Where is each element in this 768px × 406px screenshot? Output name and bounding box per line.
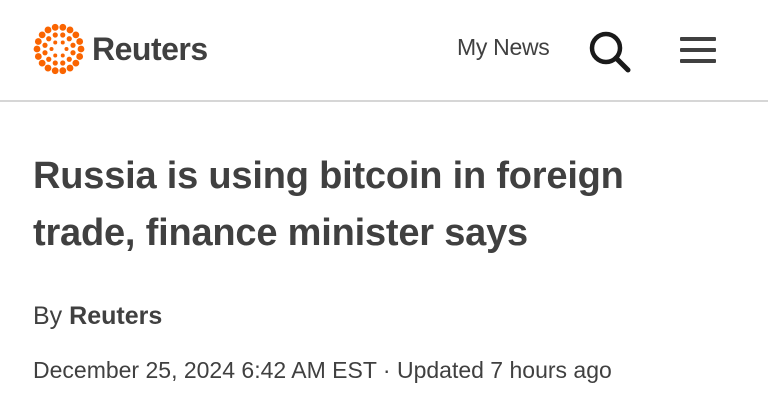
logo-dot [44, 64, 52, 72]
updated-time: Updated 7 hours ago [396, 357, 612, 383]
logo-dot [60, 53, 65, 58]
logo-dot [33, 45, 41, 53]
logo-dot [70, 50, 76, 56]
logo-dot [76, 38, 84, 45]
logo-dot [46, 36, 52, 42]
hamburger-menu-icon-line [680, 48, 716, 52]
dateline: December 25, 2024 6:42 AM EST · Updated … [33, 357, 612, 384]
reuters-logo-icon [33, 23, 85, 75]
brand-name: Reuters [92, 30, 208, 67]
logo-dot [51, 23, 59, 31]
logo-dot [34, 53, 42, 60]
logo-dot [59, 67, 67, 75]
logo-dot [77, 45, 85, 53]
logo-dot [59, 23, 67, 31]
published-time: December 25, 2024 6:42 AM EST [33, 357, 377, 383]
logo-dot [60, 40, 65, 45]
logo-dot [38, 59, 46, 67]
logo-dot [38, 31, 46, 39]
menu-button[interactable] [678, 34, 718, 66]
byline: By Reuters [33, 302, 162, 331]
article-header: Russia is using bitcoin in foreign trade… [33, 148, 733, 262]
author-link[interactable]: Reuters [69, 302, 162, 330]
logo-dot [42, 50, 48, 56]
logo-dot [70, 42, 76, 48]
logo-dot [53, 40, 58, 45]
logo-dot [52, 60, 58, 66]
my-news-link[interactable]: My News [457, 34, 550, 61]
search-icon [589, 31, 631, 73]
logo-dot [72, 31, 80, 39]
dateline-separator: · [382, 357, 391, 383]
search-button[interactable] [586, 28, 634, 76]
reuters-logo[interactable]: Reuters [32, 22, 208, 76]
logo-dot [66, 36, 72, 42]
logo-dot [72, 59, 80, 67]
logo-dot [46, 56, 52, 62]
logo-dot [52, 32, 58, 38]
article-headline: Russia is using bitcoin in foreign trade… [33, 155, 624, 254]
logo-dot [53, 53, 58, 58]
logo-dot [66, 64, 74, 72]
logo-dot [66, 26, 74, 34]
logo-dot [60, 32, 66, 38]
byline-prefix: By [33, 302, 63, 330]
logo-dot [44, 26, 52, 34]
logo-dot [64, 47, 69, 51]
logo-dot [51, 67, 59, 75]
logo-dot [34, 38, 42, 45]
logo-dot [42, 42, 48, 48]
logo-dot [60, 60, 66, 66]
logo-dot [66, 56, 72, 62]
hamburger-menu-icon-line [680, 59, 716, 63]
site-header: Reuters My News [0, 0, 768, 102]
logo-dot [76, 53, 84, 60]
logo-dot [49, 47, 54, 51]
hamburger-menu-icon [680, 37, 716, 41]
